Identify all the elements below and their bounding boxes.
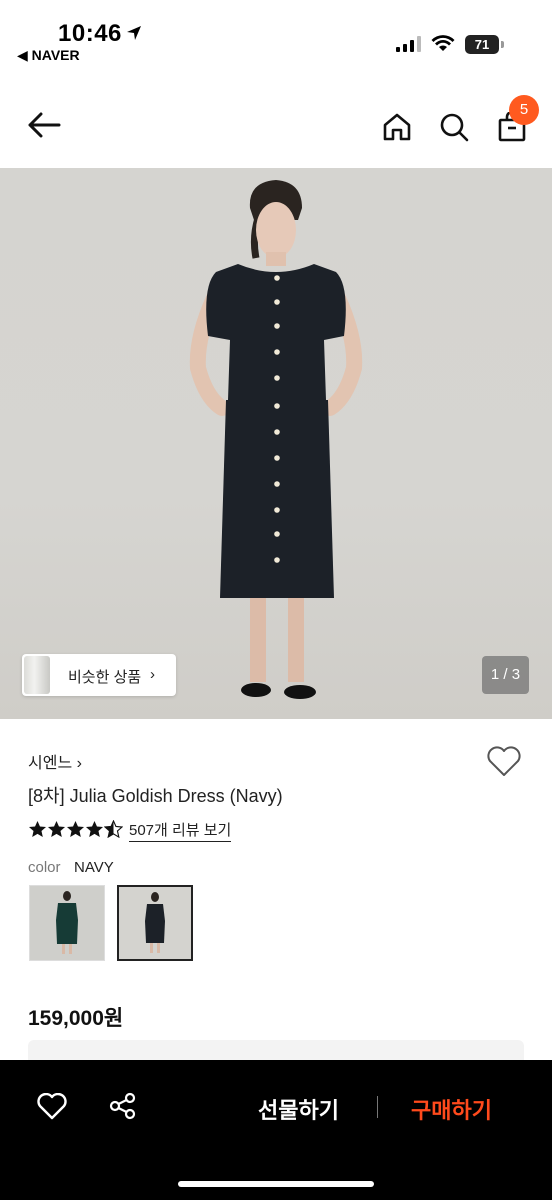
rating-stars bbox=[28, 820, 123, 838]
top-nav bbox=[0, 80, 552, 168]
battery-tip bbox=[501, 41, 504, 48]
model-photo bbox=[189, 180, 363, 699]
divider bbox=[377, 1096, 378, 1118]
swatch-thumbnail bbox=[119, 887, 191, 959]
review-link[interactable]: 507개 리뷰 보기 bbox=[129, 819, 232, 842]
search-icon[interactable] bbox=[439, 112, 469, 142]
star-icon bbox=[66, 820, 85, 838]
half-star-icon bbox=[104, 820, 123, 838]
swatch-thumbnail bbox=[30, 886, 104, 960]
color-value: NAVY bbox=[74, 859, 114, 876]
similar-thumbnail bbox=[24, 656, 50, 694]
product-title: [8차] Julia Goldish Dress (Navy) bbox=[28, 786, 283, 806]
star-icon bbox=[28, 820, 47, 838]
signal-icon bbox=[396, 36, 421, 52]
heart-icon[interactable] bbox=[486, 746, 522, 778]
home-indicator bbox=[178, 1181, 374, 1187]
brand-link[interactable]: 시엔느 › bbox=[28, 749, 82, 773]
status-time: 10:46 bbox=[58, 20, 122, 47]
gift-button[interactable]: 선물하기 bbox=[258, 1093, 339, 1125]
chevron-right-icon: › bbox=[150, 666, 155, 683]
status-bar: 10:46 ◀ NAVER 71 bbox=[0, 0, 552, 80]
color-option-green[interactable] bbox=[29, 885, 105, 961]
similar-products-label: 비슷한 상품 bbox=[68, 669, 142, 686]
location-arrow-icon bbox=[127, 26, 141, 40]
product-price: 159,000원 bbox=[28, 1007, 124, 1030]
color-option-navy[interactable] bbox=[117, 885, 193, 961]
back-arrow-icon[interactable] bbox=[27, 112, 61, 138]
cart-count-badge: 5 bbox=[509, 95, 539, 125]
back-to-naver[interactable]: ◀ NAVER bbox=[17, 47, 80, 64]
wifi-icon bbox=[431, 35, 455, 51]
home-icon[interactable] bbox=[382, 112, 412, 142]
image-counter: 1 / 3 bbox=[482, 656, 529, 694]
color-label: color bbox=[28, 859, 61, 876]
similar-products-button[interactable]: 비슷한 상품 › bbox=[22, 654, 176, 696]
battery-indicator: 71 bbox=[465, 35, 499, 54]
product-image[interactable] bbox=[0, 168, 552, 719]
star-icon bbox=[47, 820, 66, 838]
bottom-action-bar bbox=[0, 1060, 552, 1200]
heart-icon[interactable] bbox=[37, 1093, 67, 1120]
star-icon bbox=[85, 820, 104, 838]
buy-button[interactable]: 구매하기 bbox=[411, 1093, 492, 1125]
share-icon[interactable] bbox=[109, 1092, 137, 1120]
